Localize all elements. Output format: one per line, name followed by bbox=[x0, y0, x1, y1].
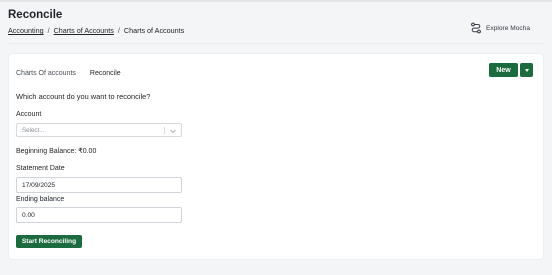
statement-date-label: Statement Date bbox=[16, 165, 65, 172]
breadcrumb-separator: / bbox=[117, 26, 120, 35]
explore-mocha-label: Explore Mocha bbox=[486, 24, 530, 32]
new-options-dropdown-button[interactable] bbox=[520, 63, 533, 77]
chevron-down-icon bbox=[170, 129, 176, 134]
reconcile-card: Charts Of accounts Reconcile New Which a… bbox=[8, 53, 544, 260]
account-select[interactable]: Select... bbox=[16, 123, 182, 137]
breadcrumb-current: Charts of Accounts bbox=[123, 26, 185, 35]
header-divider bbox=[8, 43, 544, 44]
route-icon bbox=[471, 22, 481, 34]
explore-mocha-link[interactable]: Explore Mocha bbox=[470, 22, 530, 34]
page-title: Reconcile bbox=[8, 9, 63, 21]
ending-balance-input[interactable] bbox=[16, 207, 182, 223]
select-divider bbox=[164, 127, 165, 134]
beginning-balance: Beginning Balance: ₹0.00 bbox=[16, 148, 97, 155]
breadcrumb-charts-of-accounts[interactable]: Charts of Accounts bbox=[54, 26, 114, 35]
account-label: Account bbox=[16, 111, 42, 118]
breadcrumb: Accounting / Charts of Accounts / Charts… bbox=[8, 26, 184, 35]
start-reconciling-button[interactable]: Start Reconciling bbox=[16, 235, 82, 248]
tab-charts-of-accounts[interactable]: Charts Of accounts bbox=[16, 70, 76, 77]
caret-down-icon bbox=[524, 68, 529, 72]
new-button[interactable]: New bbox=[489, 63, 518, 77]
statement-date-input[interactable] bbox=[16, 177, 182, 193]
ending-balance-label: Ending balance bbox=[16, 196, 65, 203]
top-border bbox=[0, 0, 552, 2]
account-select-placeholder: Select... bbox=[22, 127, 45, 134]
tab-reconcile[interactable]: Reconcile bbox=[90, 70, 121, 77]
breadcrumb-accounting[interactable]: Accounting bbox=[8, 26, 44, 35]
tab-bar: Charts Of accounts Reconcile bbox=[16, 70, 121, 77]
breadcrumb-separator: / bbox=[47, 26, 50, 35]
reconcile-question: Which account do you want to reconcile? bbox=[16, 92, 151, 101]
